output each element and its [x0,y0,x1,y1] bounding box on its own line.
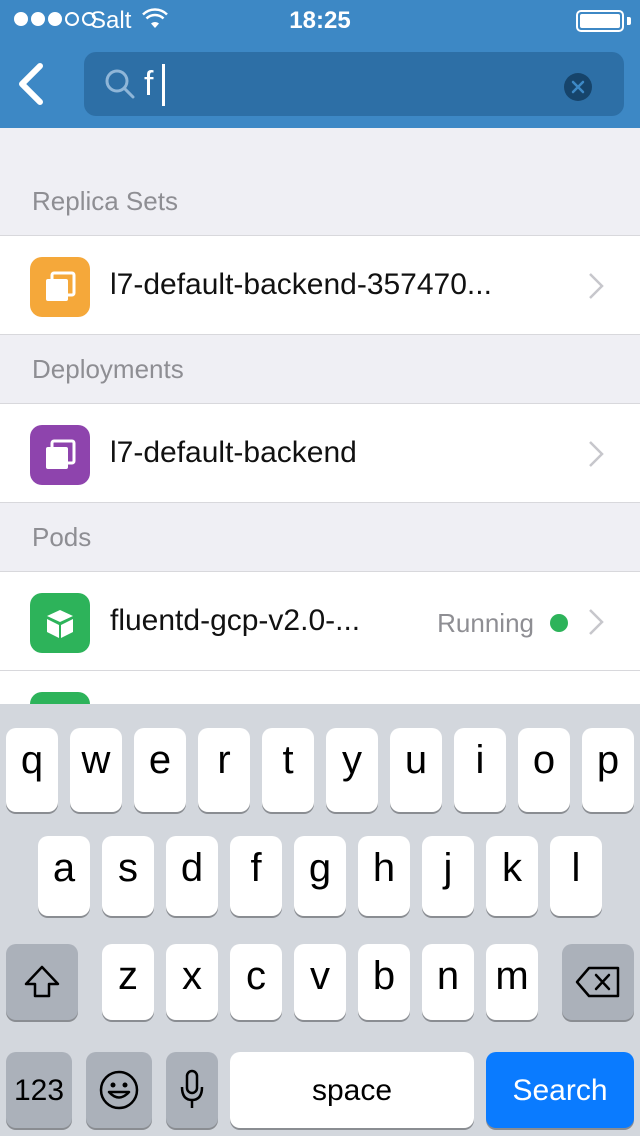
microphone-icon [180,1069,204,1108]
key-a[interactable]: a [38,836,90,916]
chevron-right-icon [589,609,604,635]
key-b[interactable]: b [358,944,410,1020]
replica-set-icon [30,257,90,317]
list-item-pod[interactable]: fluentd-gcp-v2.0-... Running [0,571,640,671]
chevron-right-icon [589,273,604,299]
section-header-replica-sets: Replica Sets [32,186,178,216]
emoji-key[interactable] [86,1052,152,1128]
key-c[interactable]: c [230,944,282,1020]
pod-icon [30,593,90,653]
search-input[interactable] [144,62,544,106]
keyboard: q w e r t y u i o p a s d f g h j k l z … [0,704,640,1136]
item-label: l7-default-backend [110,436,357,469]
key-t[interactable]: t [262,728,314,812]
search-field[interactable] [84,52,624,116]
status-indicator [550,614,568,632]
list-item-deployment[interactable]: l7-default-backend [0,403,640,503]
key-f[interactable]: f [230,836,282,916]
list-item-replica-set[interactable]: l7-default-backend-357470... [0,235,640,335]
key-o[interactable]: o [518,728,570,812]
key-z[interactable]: z [102,944,154,1020]
key-i[interactable]: i [454,728,506,812]
deployment-icon [30,425,90,485]
key-n[interactable]: n [422,944,474,1020]
section-header-deployments: Deployments [32,354,184,384]
backspace-icon [575,966,620,998]
key-w[interactable]: w [70,728,122,812]
key-l[interactable]: l [550,836,602,916]
status-bar: Salt 18:25 [0,0,640,40]
clear-search-button[interactable] [564,73,592,101]
key-r[interactable]: r [198,728,250,812]
key-p[interactable]: p [582,728,634,812]
back-chevron-icon[interactable] [14,60,48,108]
key-y[interactable]: y [326,728,378,812]
shift-icon [24,965,60,998]
dictation-key[interactable] [166,1052,218,1128]
navigation-bar: Salt 18:25 [0,0,640,128]
key-q[interactable]: q [6,728,58,812]
text-cursor [162,64,165,106]
key-k[interactable]: k [486,836,538,916]
search-icon [105,69,135,99]
pod-status: Running [437,608,534,638]
key-e[interactable]: e [134,728,186,812]
space-key[interactable]: space [230,1052,474,1128]
numbers-key[interactable]: 123 [6,1052,72,1128]
emoji-icon [99,1070,139,1110]
close-icon [571,80,585,94]
chevron-right-icon [589,441,604,467]
key-h[interactable]: h [358,836,410,916]
search-key[interactable]: Search [486,1052,634,1128]
key-s[interactable]: s [102,836,154,916]
delete-key[interactable] [562,944,634,1020]
clock: 18:25 [289,7,351,34]
item-label: l7-default-backend-357470... [110,268,492,301]
shift-key[interactable] [6,944,78,1020]
key-x[interactable]: x [166,944,218,1020]
key-j[interactable]: j [422,836,474,916]
key-u[interactable]: u [390,728,442,812]
key-m[interactable]: m [486,944,538,1020]
battery-icon [576,10,624,32]
key-v[interactable]: v [294,944,346,1020]
key-g[interactable]: g [294,836,346,916]
section-header-pods: Pods [32,522,92,552]
key-d[interactable]: d [166,836,218,916]
item-label: fluentd-gcp-v2.0-... [110,604,361,637]
